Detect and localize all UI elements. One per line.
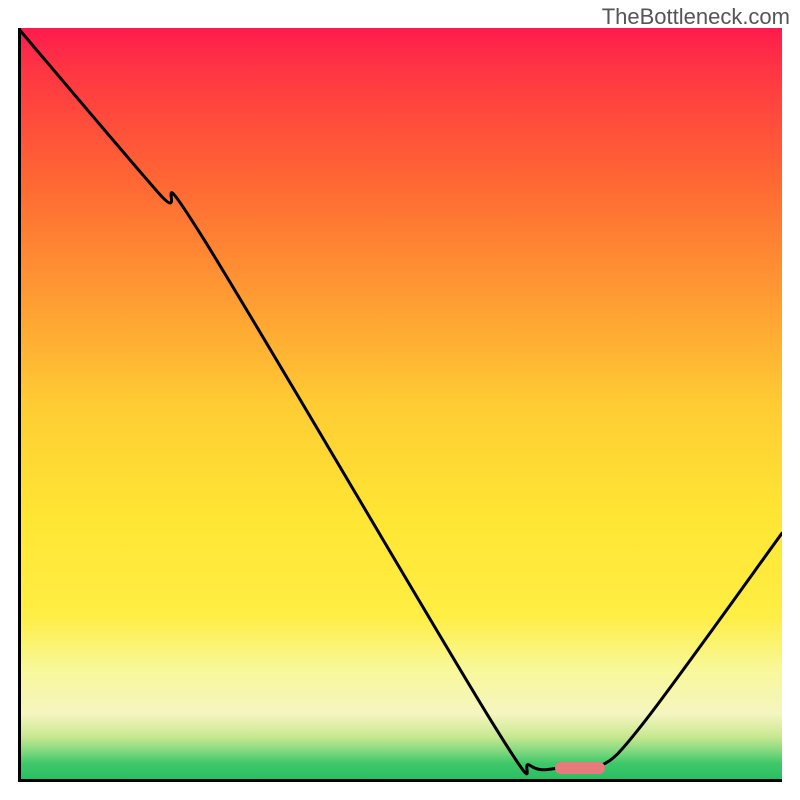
curve-svg: [18, 28, 782, 782]
watermark-text: TheBottleneck.com: [602, 4, 790, 30]
bottleneck-curve: [18, 28, 782, 774]
chart-container: TheBottleneck.com: [0, 0, 800, 800]
plot-area: [18, 28, 782, 782]
optimal-marker: [555, 762, 605, 774]
